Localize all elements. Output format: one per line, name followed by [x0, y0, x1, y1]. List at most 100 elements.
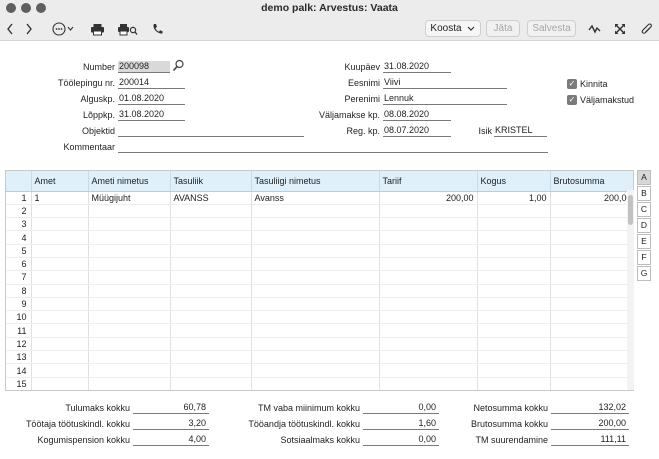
table-row[interactable]: 9: [6, 297, 633, 312]
tariif-cell[interactable]: [379, 204, 478, 219]
toolepingu-field[interactable]: 200014: [118, 77, 185, 89]
kogus-cell[interactable]: [477, 337, 551, 352]
table-row[interactable]: 8: [6, 284, 633, 298]
tasuliik-cell[interactable]: [170, 284, 252, 298]
tasuliigi-nimetus-cell[interactable]: [251, 230, 380, 245]
rows-grid[interactable]: Amet Ameti nimetus Tasuliik Tasuliigi ni…: [5, 170, 634, 391]
tasuliik-cell[interactable]: [170, 323, 252, 338]
brutosumma-cell[interactable]: [550, 297, 633, 312]
column-header[interactable]: [6, 171, 32, 192]
page-tab-b[interactable]: B: [637, 186, 651, 201]
amet-cell[interactable]: [31, 257, 89, 272]
kogus-cell[interactable]: [477, 244, 551, 258]
objektid-field[interactable]: [118, 125, 304, 137]
ameti-nimetus-cell[interactable]: [88, 337, 171, 352]
activity-icon[interactable]: [587, 21, 601, 37]
vertical-scrollbar[interactable]: [627, 190, 634, 390]
kogus-cell[interactable]: [477, 217, 551, 232]
tm-vaba-field[interactable]: 0,00: [363, 402, 439, 414]
print-preview-icon[interactable]: [116, 21, 138, 37]
regkp-field[interactable]: 08.07.2020: [383, 125, 451, 137]
back-arrow-icon[interactable]: [4, 21, 16, 37]
column-header-tasuliigi-nimetus[interactable]: Tasuliigi nimetus: [251, 171, 380, 192]
amet-cell[interactable]: [31, 377, 89, 390]
isik-field[interactable]: KRISTEL: [494, 125, 547, 137]
bruto-field[interactable]: 200,00: [551, 418, 629, 430]
kogus-cell[interactable]: [477, 310, 551, 325]
alguskp-field[interactable]: 01.08.2020: [118, 93, 185, 105]
tariif-cell[interactable]: [379, 350, 478, 365]
valjamakstud-checkbox[interactable]: ✓ Väljamakstud: [567, 95, 634, 105]
ameti-nimetus-cell[interactable]: Müügijuht: [88, 191, 171, 205]
kogus-cell[interactable]: [477, 350, 551, 365]
table-row[interactable]: 6: [6, 257, 633, 272]
tootaja-tk-field[interactable]: 3,20: [133, 418, 209, 430]
amet-cell[interactable]: [31, 270, 89, 285]
ameti-nimetus-cell[interactable]: [88, 230, 171, 245]
tasuliigi-nimetus-cell[interactable]: [251, 297, 380, 312]
brutosumma-cell[interactable]: [550, 350, 633, 365]
tm-suurend-field[interactable]: 111,11: [551, 434, 629, 446]
tasuliik-cell[interactable]: AVANSS: [170, 191, 252, 205]
column-header-amet[interactable]: Amet: [31, 171, 89, 192]
loppkp-field[interactable]: 31.08.2020: [118, 109, 185, 121]
search-icon[interactable]: [172, 59, 185, 74]
kogus-cell[interactable]: [477, 363, 551, 378]
amet-cell[interactable]: [31, 297, 89, 312]
brutosumma-cell[interactable]: [550, 363, 633, 378]
amet-cell[interactable]: [31, 323, 89, 338]
table-row[interactable]: 4: [6, 230, 633, 245]
tasuliigi-nimetus-cell[interactable]: [251, 337, 380, 352]
brutosumma-cell[interactable]: [550, 230, 633, 245]
valjamakse-field[interactable]: 08.08.2020: [383, 109, 451, 121]
expand-icon[interactable]: [613, 21, 627, 37]
tulumaks-field[interactable]: 60,78: [133, 402, 209, 414]
printer-icon[interactable]: [89, 21, 105, 37]
tariif-cell[interactable]: [379, 284, 478, 298]
toandja-tk-field[interactable]: 1,60: [363, 418, 439, 430]
page-tab-f[interactable]: F: [637, 250, 651, 265]
ameti-nimetus-cell[interactable]: [88, 204, 171, 219]
tariif-cell[interactable]: 200,00: [379, 191, 478, 205]
column-header-tasuliik[interactable]: Tasuliik: [170, 171, 252, 192]
tasuliigi-nimetus-cell[interactable]: [251, 363, 380, 378]
kogus-cell[interactable]: [477, 270, 551, 285]
koosta-button[interactable]: Koosta: [425, 20, 481, 37]
kogus-cell[interactable]: [477, 257, 551, 272]
tariif-cell[interactable]: [379, 377, 478, 390]
page-tab-d[interactable]: D: [637, 218, 651, 233]
column-header-brutosumma[interactable]: Brutosumma: [550, 171, 633, 192]
ameti-nimetus-cell[interactable]: [88, 270, 171, 285]
tariif-cell[interactable]: [379, 257, 478, 272]
sotsiaal-field[interactable]: 0,00: [363, 434, 439, 446]
table-row[interactable]: 13: [6, 350, 633, 365]
brutosumma-cell[interactable]: [550, 257, 633, 272]
salvesta-button[interactable]: Salvesta: [527, 20, 576, 37]
tasuliik-cell[interactable]: [170, 350, 252, 365]
amet-cell[interactable]: [31, 204, 89, 219]
forward-arrow-icon[interactable]: [23, 21, 35, 37]
tariif-cell[interactable]: [379, 217, 478, 232]
brutosumma-cell[interactable]: [550, 337, 633, 352]
ameti-nimetus-cell[interactable]: [88, 257, 171, 272]
kogumis-field[interactable]: 4,00: [133, 434, 209, 446]
tariif-cell[interactable]: [379, 297, 478, 312]
perenimi-field[interactable]: Lennuk: [383, 93, 507, 105]
brutosumma-cell[interactable]: [550, 377, 633, 390]
column-header-kogus[interactable]: Kogus: [477, 171, 551, 192]
number-field[interactable]: 200098: [118, 61, 170, 73]
kuupaev-field[interactable]: 31.08.2020: [383, 61, 451, 73]
tasuliigi-nimetus-cell[interactable]: [251, 204, 380, 219]
tariif-cell[interactable]: [379, 310, 478, 325]
jata-button[interactable]: Jäta: [486, 20, 520, 37]
tasuliigi-nimetus-cell[interactable]: [251, 377, 380, 390]
scrollbar-thumb[interactable]: [628, 195, 633, 225]
tasuliigi-nimetus-cell[interactable]: [251, 217, 380, 232]
kogus-cell[interactable]: [477, 230, 551, 245]
brutosumma-cell[interactable]: [550, 310, 633, 325]
tasuliik-cell[interactable]: [170, 377, 252, 390]
tasuliigi-nimetus-cell[interactable]: Avanss: [251, 191, 380, 205]
brutosumma-cell[interactable]: 200,00: [550, 191, 633, 205]
tariif-cell[interactable]: [379, 337, 478, 352]
ameti-nimetus-cell[interactable]: [88, 217, 171, 232]
